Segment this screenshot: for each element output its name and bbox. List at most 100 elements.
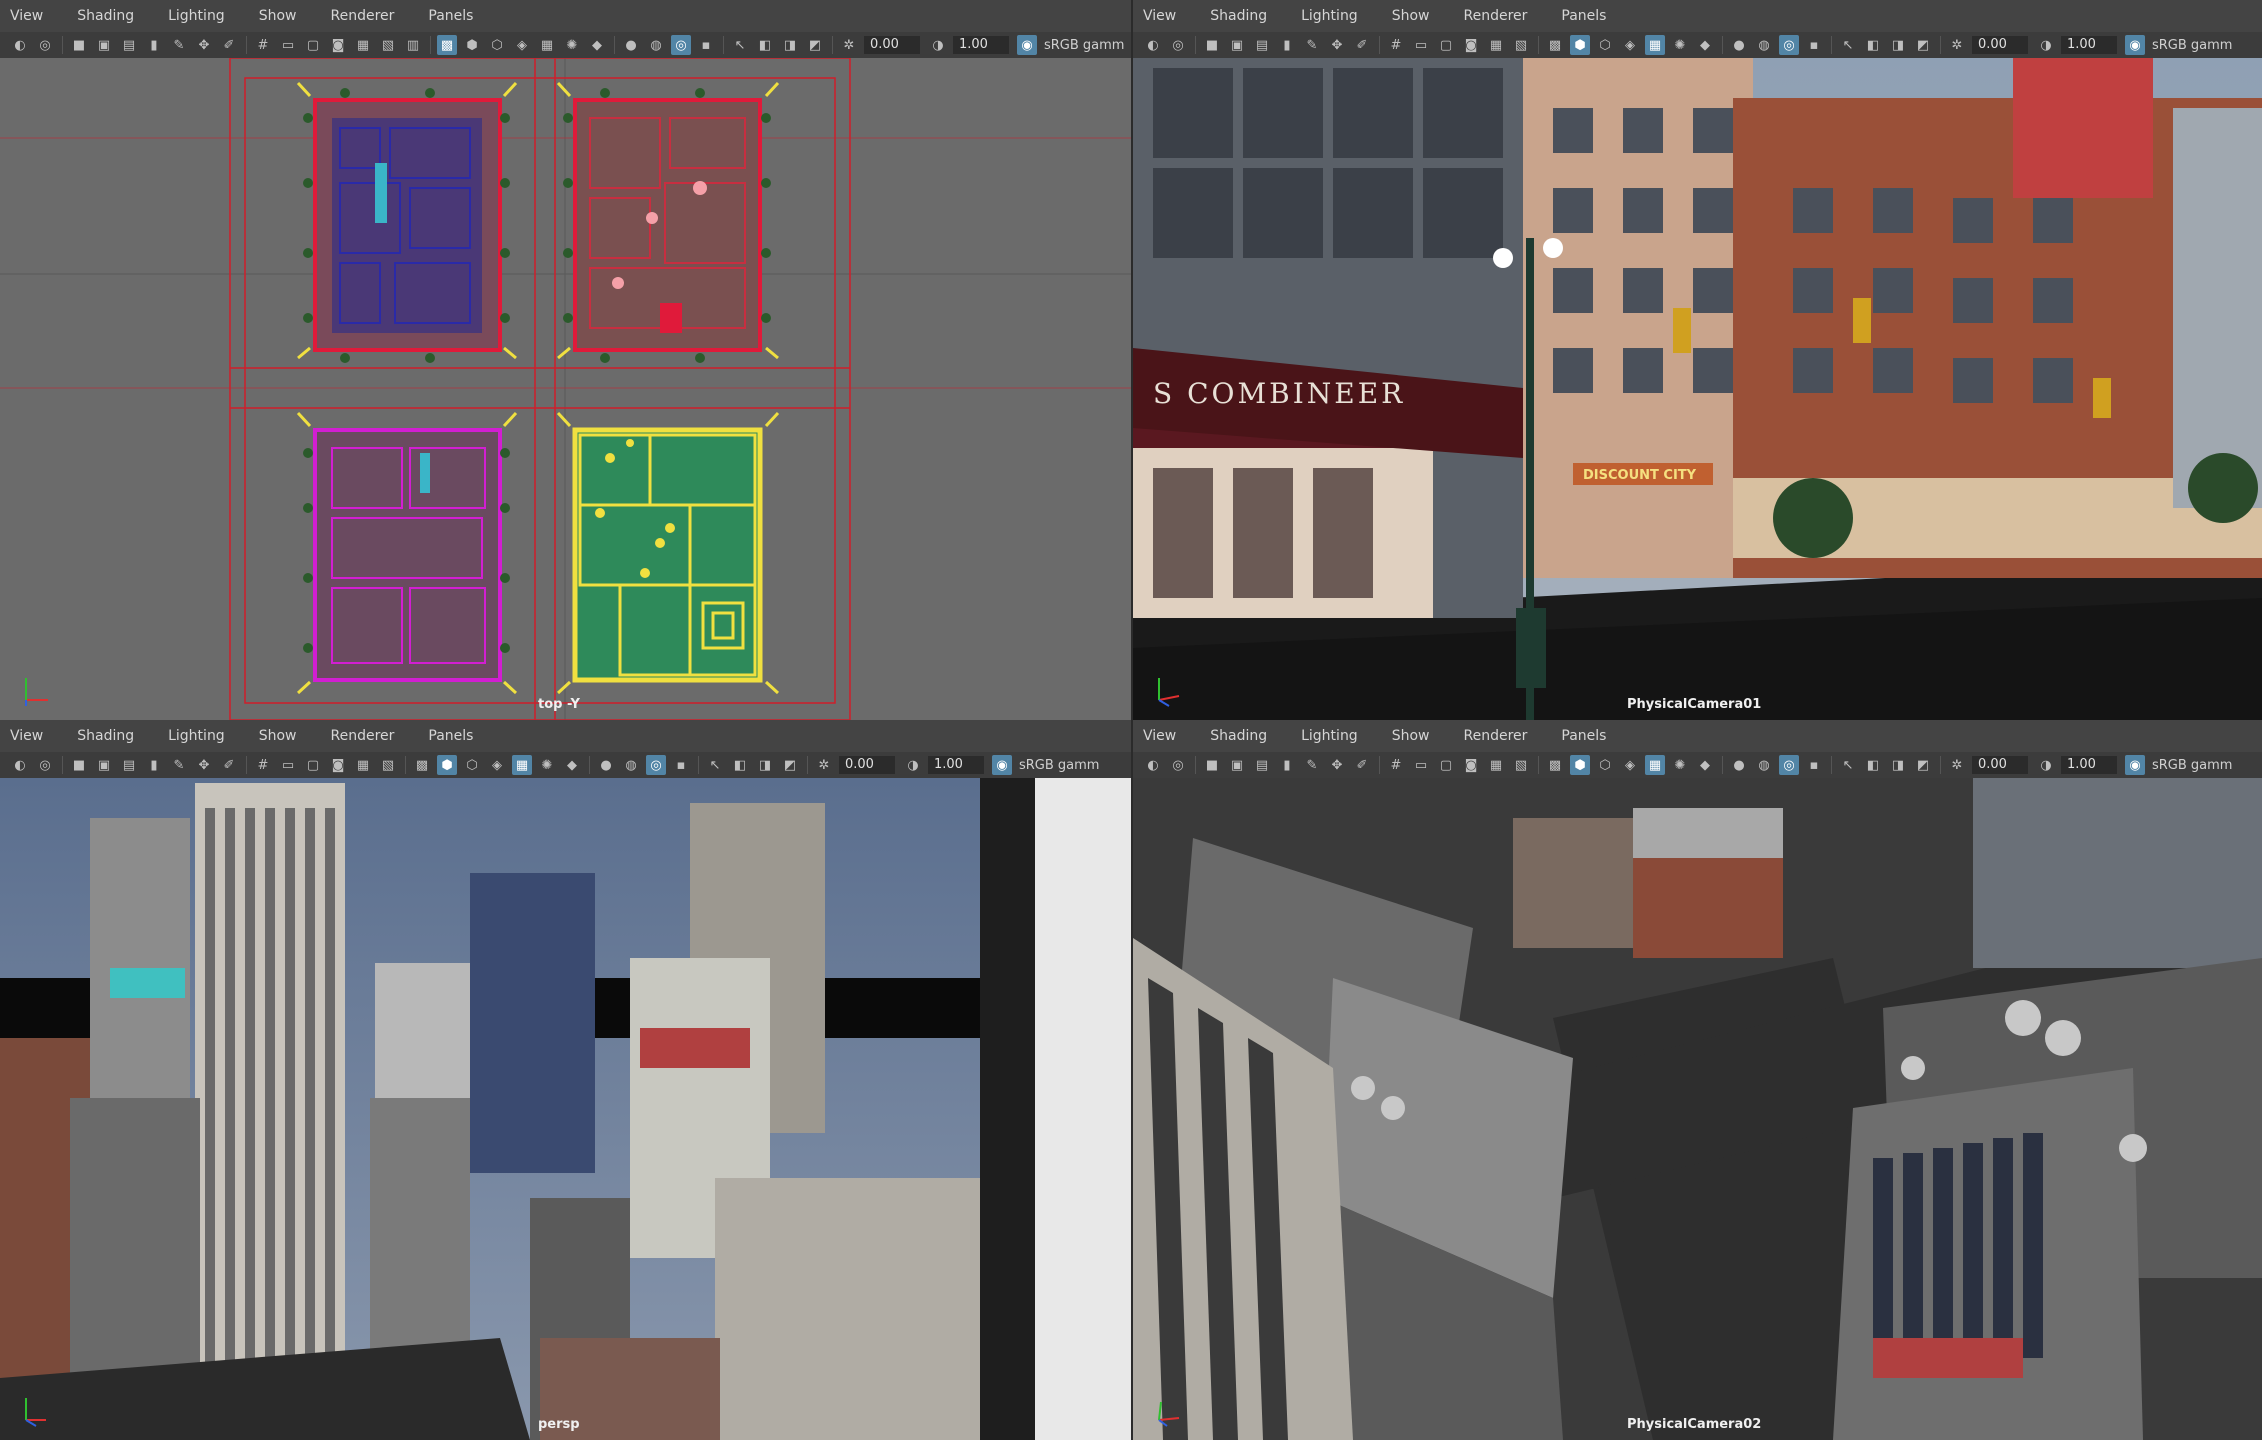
shadows-icon[interactable]: ◆ [587, 35, 607, 55]
xray-components-icon[interactable]: ◩ [1913, 35, 1933, 55]
move-icon[interactable]: ✥ [1327, 35, 1347, 55]
screen-space-ao-icon[interactable]: ● [621, 35, 641, 55]
isolate-select-icon[interactable]: ↖ [1838, 755, 1858, 775]
menu-view[interactable]: View [1143, 728, 1176, 744]
motion-blur-icon[interactable]: ◍ [1754, 755, 1774, 775]
menu-show[interactable]: Show [1392, 728, 1430, 744]
camera-attributes-icon[interactable]: ◎ [1168, 755, 1188, 775]
color-management-icon[interactable]: ◉ [992, 755, 1012, 775]
xray-components-icon[interactable]: ◩ [1913, 755, 1933, 775]
smooth-shade-icon[interactable]: ⬢ [1570, 755, 1590, 775]
menu-panels[interactable]: Panels [1561, 728, 1606, 744]
menu-renderer[interactable]: Renderer [1463, 8, 1527, 24]
gamma-icon[interactable]: ◑ [928, 35, 948, 55]
smooth-shade-icon[interactable]: ⬢ [1570, 35, 1590, 55]
menu-lighting[interactable]: Lighting [168, 8, 225, 24]
xray-joints-icon[interactable]: ◨ [1888, 755, 1908, 775]
bookmark-camera-icon[interactable]: ▣ [94, 35, 114, 55]
grid-icon[interactable]: # [253, 35, 273, 55]
depth-of-field-icon[interactable]: ▪ [1804, 755, 1824, 775]
viewport-physical-camera-01[interactable]: View Shading Lighting Show Renderer Pane… [1133, 0, 2262, 720]
menu-view[interactable]: View [10, 728, 43, 744]
smooth-shade-icon[interactable]: ⬢ [437, 755, 457, 775]
xray-icon[interactable]: ◧ [755, 35, 775, 55]
motion-blur-icon[interactable]: ◍ [1754, 35, 1774, 55]
shadows-icon[interactable]: ◆ [1695, 35, 1715, 55]
camera-icon[interactable]: ■ [69, 755, 89, 775]
gamma-field[interactable]: 1.00 [928, 756, 984, 774]
menu-lighting[interactable]: Lighting [1301, 8, 1358, 24]
menu-renderer[interactable]: Renderer [330, 8, 394, 24]
checker-icon[interactable]: ▦ [1645, 755, 1665, 775]
motion-blur-icon[interactable]: ◍ [646, 35, 666, 55]
xray-joints-icon[interactable]: ◨ [755, 755, 775, 775]
resolution-gate-icon[interactable]: ▢ [303, 755, 323, 775]
film-gate-icon[interactable]: ▤ [119, 35, 139, 55]
wireframe-icon[interactable]: ▩ [412, 755, 432, 775]
safe-action-icon[interactable]: ▧ [1511, 755, 1531, 775]
shadows-icon[interactable]: ◆ [562, 755, 582, 775]
menu-shading[interactable]: Shading [77, 8, 134, 24]
depth-of-field-icon[interactable]: ▪ [1804, 35, 1824, 55]
camera-icon[interactable]: ■ [69, 35, 89, 55]
screen-space-ao-icon[interactable]: ● [1729, 755, 1749, 775]
exposure-field[interactable]: 0.00 [1972, 36, 2028, 54]
bookmark-icon[interactable]: ▮ [1277, 755, 1297, 775]
grid-icon[interactable]: # [253, 755, 273, 775]
menu-lighting[interactable]: Lighting [168, 728, 225, 744]
move-icon[interactable]: ✥ [194, 755, 214, 775]
menu-lighting[interactable]: Lighting [1301, 728, 1358, 744]
gamma-field[interactable]: 1.00 [2061, 36, 2117, 54]
menu-show[interactable]: Show [259, 8, 297, 24]
camera-icon[interactable]: ■ [1202, 35, 1222, 55]
gamma-icon[interactable]: ◑ [2036, 35, 2056, 55]
camera-attributes-icon[interactable]: ◎ [35, 35, 55, 55]
bookmark-camera-icon[interactable]: ▣ [1227, 755, 1247, 775]
wireframe-icon[interactable]: ▩ [1545, 755, 1565, 775]
brush-icon[interactable]: ✐ [1352, 35, 1372, 55]
textured-icon[interactable]: ◈ [487, 755, 507, 775]
menu-panels[interactable]: Panels [428, 728, 473, 744]
menu-shading[interactable]: Shading [77, 728, 134, 744]
safe-action-icon[interactable]: ▧ [1511, 35, 1531, 55]
grease-pencil-icon[interactable]: ✎ [1302, 35, 1322, 55]
gamma-icon[interactable]: ◑ [2036, 755, 2056, 775]
top-view-canvas[interactable]: top -Y [0, 58, 1131, 720]
brush-icon[interactable]: ✐ [1352, 755, 1372, 775]
xray-icon[interactable]: ◧ [1863, 35, 1883, 55]
xray-components-icon[interactable]: ◩ [805, 35, 825, 55]
wireframe-icon[interactable]: ▩ [437, 35, 457, 55]
gamma-field[interactable]: 1.00 [953, 36, 1009, 54]
camera02-canvas[interactable]: PhysicalCamera02 [1133, 778, 2262, 1440]
grease-pencil-icon[interactable]: ✎ [1302, 755, 1322, 775]
field-chart-icon[interactable]: ▦ [353, 35, 373, 55]
color-space-label[interactable]: sRGB gamm [1044, 38, 1124, 53]
use-all-lights-icon[interactable]: ✺ [1670, 35, 1690, 55]
color-space-label[interactable]: sRGB gamm [1019, 758, 1099, 773]
film-gate-rect-icon[interactable]: ▭ [1411, 35, 1431, 55]
screen-space-ao-icon[interactable]: ● [596, 755, 616, 775]
use-all-lights-icon[interactable]: ✺ [562, 35, 582, 55]
menu-show[interactable]: Show [259, 728, 297, 744]
wireframe-on-shaded-icon[interactable]: ⬡ [1595, 35, 1615, 55]
xray-icon[interactable]: ◧ [1863, 755, 1883, 775]
viewport-physical-camera-02[interactable]: View Shading Lighting Show Renderer Pane… [1133, 720, 2262, 1440]
gate-mask-icon[interactable]: ◙ [1461, 35, 1481, 55]
move-icon[interactable]: ✥ [194, 35, 214, 55]
viewport-top[interactable]: View Shading Lighting Show Renderer Pane… [0, 0, 1131, 720]
menu-panels[interactable]: Panels [1561, 8, 1606, 24]
film-gate-icon[interactable]: ▤ [1252, 755, 1272, 775]
resolution-gate-icon[interactable]: ▢ [1436, 755, 1456, 775]
film-gate-icon[interactable]: ▤ [1252, 35, 1272, 55]
select-camera-icon[interactable]: ◐ [1143, 35, 1163, 55]
xray-joints-icon[interactable]: ◨ [1888, 35, 1908, 55]
persp-canvas[interactable]: persp [0, 778, 1131, 1440]
checker-icon[interactable]: ▦ [537, 35, 557, 55]
select-camera-icon[interactable]: ◐ [10, 35, 30, 55]
wireframe-on-shaded-icon[interactable]: ⬡ [487, 35, 507, 55]
color-management-icon[interactable]: ◉ [1017, 35, 1037, 55]
field-chart-icon[interactable]: ▦ [1486, 35, 1506, 55]
exposure-field[interactable]: 0.00 [1972, 756, 2028, 774]
gate-mask-icon[interactable]: ◙ [328, 35, 348, 55]
safe-action-icon[interactable]: ▧ [378, 35, 398, 55]
